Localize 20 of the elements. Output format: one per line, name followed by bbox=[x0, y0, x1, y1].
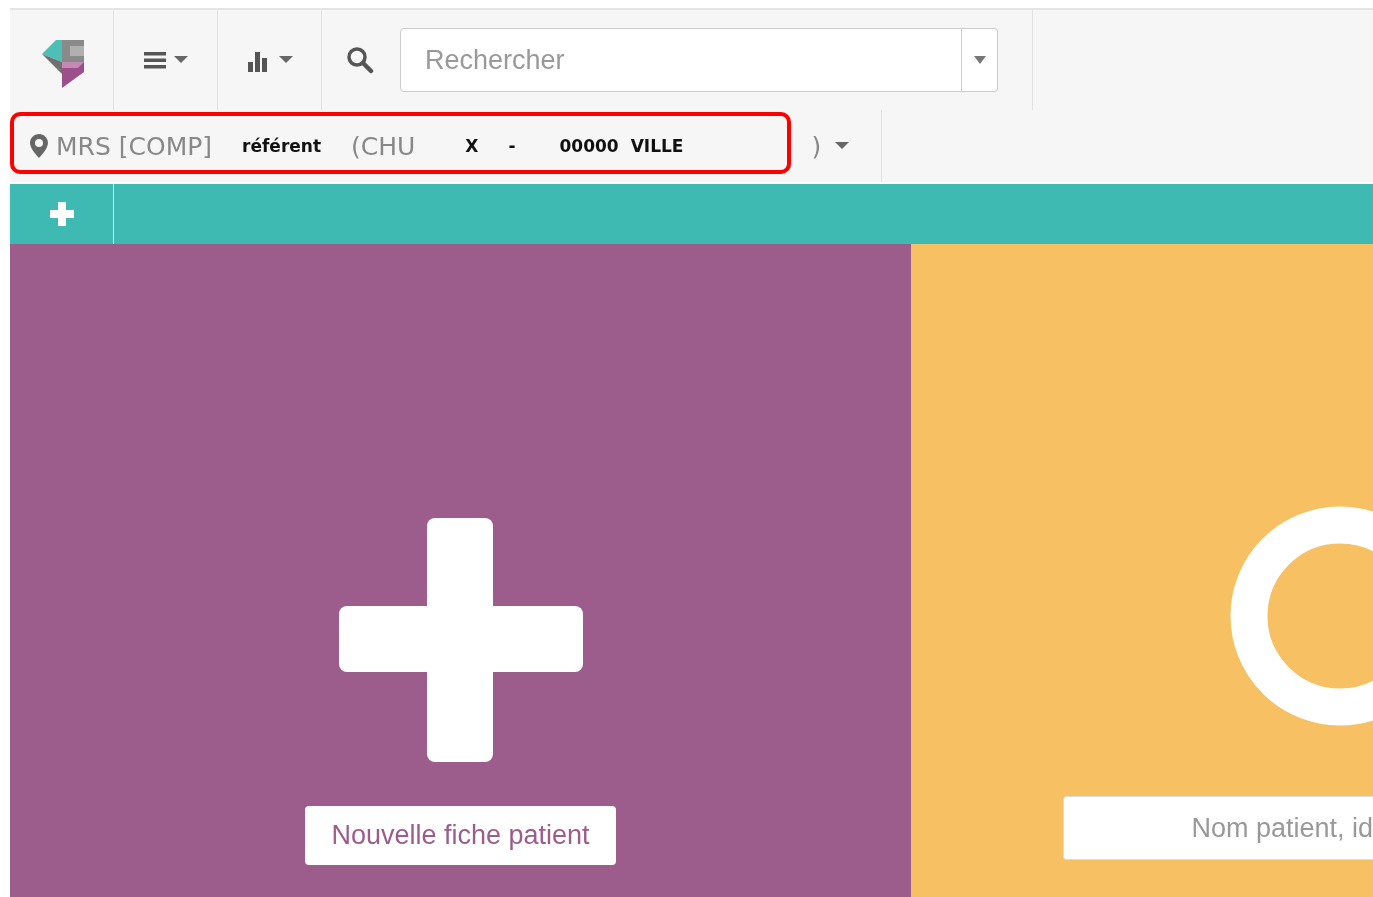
location-text: (CHU bbox=[351, 131, 416, 161]
plus-icon bbox=[338, 518, 583, 762]
location-text: - bbox=[508, 136, 516, 156]
location-text: VILLE bbox=[630, 136, 684, 156]
caret-icon bbox=[278, 56, 293, 64]
map-pin-icon bbox=[30, 134, 48, 158]
location-text: X bbox=[465, 136, 479, 156]
plus-icon bbox=[49, 202, 74, 226]
menu-icon bbox=[143, 50, 166, 70]
search-field[interactable]: Rechercher bbox=[400, 28, 962, 92]
location-text: MRS [COMP] bbox=[56, 131, 213, 161]
patient-search-field[interactable]: Nom patient, id bbox=[1063, 796, 1373, 860]
caret-icon bbox=[973, 56, 986, 64]
location-text: référent bbox=[242, 136, 322, 156]
location-text: 00000 bbox=[559, 136, 619, 156]
caret-icon bbox=[835, 142, 850, 150]
caret-icon bbox=[173, 56, 188, 64]
location-text: ) bbox=[811, 131, 822, 161]
new-patient-button[interactable]: Nouvelle fiche patient bbox=[305, 806, 616, 865]
location-selector[interactable]: MRS [COMP] référent (CHU X - 00000 VILLE ) bbox=[10, 110, 882, 182]
